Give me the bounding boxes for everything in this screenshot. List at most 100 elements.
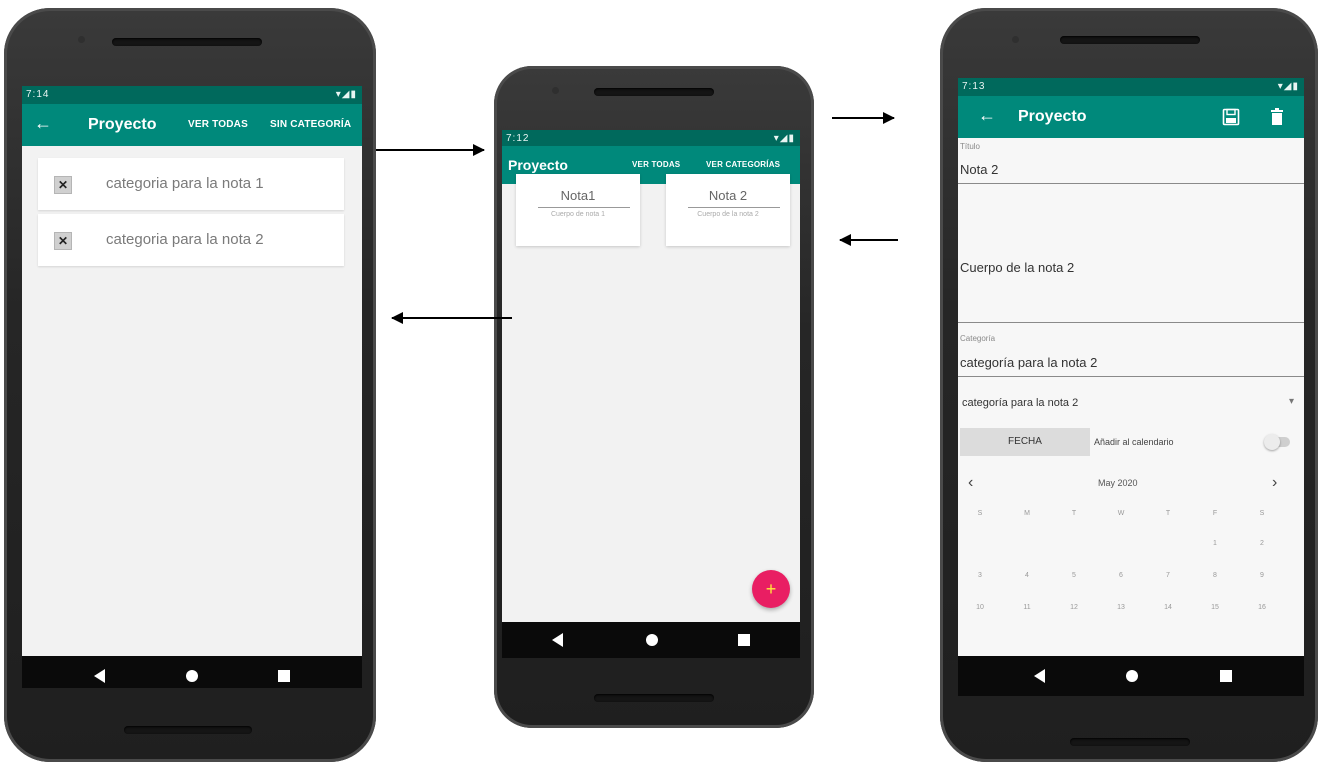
nav-back-icon[interactable] (552, 633, 563, 647)
phone-bottom-speaker (594, 694, 714, 702)
calendar-day[interactable]: 1 (1195, 540, 1235, 547)
calendar-day[interactable]: 5 (1054, 572, 1094, 579)
phone-categories-screen: 7:14 ▾◢▮ ← Proyecto VER TODAS SIN CATEGO… (4, 8, 376, 762)
ver-todas-button[interactable]: VER TODAS (188, 119, 248, 130)
screen: 7:12 ▾◢▮ Proyecto VER TODAS VER CATEGORÍ… (502, 130, 800, 658)
nav-recents-icon[interactable] (738, 634, 750, 646)
body-input[interactable]: Cuerpo de la nota 2 (960, 260, 1074, 275)
note-title: Nota1 (560, 188, 596, 203)
note-card[interactable]: Nota1 Cuerpo de nota 1 (516, 174, 640, 246)
calendar-day[interactable]: 15 (1195, 604, 1235, 611)
chevron-down-icon[interactable]: ▾ (1289, 396, 1294, 407)
calendar-day[interactable]: 11 (1007, 604, 1047, 611)
calendar-toggle-label: Añadir al calendario (1094, 437, 1174, 447)
category-label: categoria para la nota 2 (106, 231, 264, 248)
status-bar: 7:13 ▾◢▮ (958, 78, 1304, 96)
category-spinner[interactable]: categoría para la nota 2 (962, 397, 1078, 409)
divider (688, 207, 780, 208)
arrow-back-icon[interactable]: ← (34, 113, 52, 134)
chevron-left-icon[interactable]: ‹ (968, 474, 973, 492)
nav-home-icon[interactable] (646, 634, 658, 646)
flow-arrow-right (832, 112, 895, 124)
status-bar: 7:12 ▾◢▮ (502, 130, 800, 146)
navigation-bar (502, 622, 800, 658)
phone-camera (78, 36, 85, 43)
nav-recents-icon[interactable] (1220, 670, 1232, 682)
title-underline (958, 183, 1304, 184)
weekday: W (1117, 510, 1125, 517)
calendar-day[interactable]: 13 (1101, 604, 1141, 611)
list-item[interactable]: ✕ categoria para la nota 1 (38, 158, 344, 210)
weekday: S (1259, 510, 1265, 517)
note-body: Cuerpo de la nota 2 (697, 211, 759, 218)
note-form: Título Nota 2 Cuerpo de la nota 2 Catego… (958, 138, 1304, 656)
nav-recents-icon[interactable] (278, 670, 290, 682)
weekday: S (977, 510, 983, 517)
phone-speaker (1060, 36, 1200, 44)
app-title: Proyecto (88, 116, 157, 133)
calendar-day[interactable]: 2 (1242, 540, 1282, 547)
status-icons: ▾◢▮ (335, 89, 357, 100)
status-time: 7:12 (506, 133, 530, 144)
sin-categoria-button[interactable]: SIN CATEGORÍA (270, 119, 351, 130)
status-time: 7:14 (26, 89, 50, 100)
nav-back-icon[interactable] (1034, 669, 1045, 683)
calendar-day[interactable]: 8 (1195, 572, 1235, 579)
calendar-day[interactable]: 9 (1242, 572, 1282, 579)
chevron-right-icon[interactable]: › (1272, 474, 1277, 492)
calendar: ‹ May 2020 › S M T W T F S 1 2 3 4 5 6 7… (958, 468, 1304, 656)
ver-todas-button[interactable]: VER TODAS (632, 160, 680, 169)
add-note-fab[interactable]: + (752, 570, 790, 608)
calendar-day[interactable]: 3 (960, 572, 1000, 579)
calendar-toggle-switch[interactable] (1264, 434, 1290, 450)
phone-camera (1012, 36, 1019, 43)
category-underline (958, 376, 1304, 377)
phone-bottom-speaker (1070, 738, 1190, 746)
status-time: 7:13 (962, 81, 986, 92)
arrow-back-icon[interactable]: ← (978, 105, 996, 126)
nav-back-icon[interactable] (94, 669, 105, 683)
calendar-day[interactable]: 14 (1148, 604, 1188, 611)
phone-speaker (112, 38, 262, 46)
phone-notes-screen: 7:12 ▾◢▮ Proyecto VER TODAS VER CATEGORÍ… (494, 66, 814, 728)
calendar-day[interactable]: 12 (1054, 604, 1094, 611)
calendar-month: May 2020 (1098, 478, 1138, 488)
category-input[interactable]: categoría para la nota 2 (960, 355, 1097, 370)
navigation-bar (958, 656, 1304, 696)
screen: 7:13 ▾◢▮ ← Proyecto Título Nota 2 Cuerpo… (958, 78, 1304, 696)
calendar-day[interactable]: 7 (1148, 572, 1188, 579)
calendar-day[interactable]: 10 (960, 604, 1000, 611)
ver-categorias-button[interactable]: VER CATEGORÍAS (706, 160, 780, 169)
phone-camera (552, 87, 559, 94)
switch-thumb (1264, 434, 1280, 450)
phone-speaker (594, 88, 714, 96)
phone-edit-note-screen: 7:13 ▾◢▮ ← Proyecto Título Nota 2 Cuerpo… (940, 8, 1318, 762)
calendar-day[interactable]: 16 (1242, 604, 1282, 611)
fecha-button[interactable]: FECHA (960, 428, 1090, 456)
flow-arrow-left (839, 234, 898, 246)
screen: 7:14 ▾◢▮ ← Proyecto VER TODAS SIN CATEGO… (22, 86, 362, 688)
calendar-day[interactable]: 4 (1007, 572, 1047, 579)
weekday: F (1212, 510, 1218, 517)
trash-icon[interactable] (1270, 108, 1284, 131)
status-icons: ▾◢▮ (773, 133, 795, 144)
note-title: Nota 2 (708, 188, 748, 203)
status-bar: 7:14 ▾◢▮ (22, 86, 362, 104)
phone-bottom-speaker (124, 726, 252, 734)
nav-home-icon[interactable] (186, 670, 198, 682)
note-card[interactable]: Nota 2 Cuerpo de la nota 2 (666, 174, 790, 246)
weekday: T (1165, 510, 1171, 517)
close-icon[interactable]: ✕ (54, 176, 72, 194)
navigation-bar (22, 656, 362, 688)
title-input[interactable]: Nota 2 (960, 162, 998, 177)
nav-home-icon[interactable] (1126, 670, 1138, 682)
title-label: Título (960, 142, 981, 151)
calendar-day[interactable]: 6 (1101, 572, 1141, 579)
save-icon[interactable] (1222, 108, 1240, 131)
flow-arrow-left (391, 312, 512, 324)
list-item[interactable]: ✕ categoria para la nota 2 (38, 214, 344, 266)
note-body: Cuerpo de nota 1 (550, 211, 606, 218)
close-icon[interactable]: ✕ (54, 232, 72, 250)
category-label: Categoría (960, 334, 996, 343)
app-bar: ← Proyecto VER TODAS SIN CATEGORÍA (22, 104, 362, 146)
